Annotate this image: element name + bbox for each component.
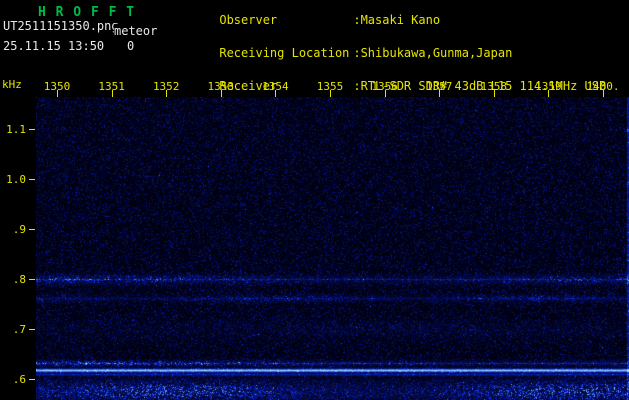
info-value: :Masaki Kano <box>353 13 441 27</box>
y-tick-mark <box>29 129 35 130</box>
x-tick-mark <box>111 90 113 97</box>
echo-count: 0 <box>127 39 135 53</box>
x-tick-mark <box>166 90 168 97</box>
datetime-label: 25.11.15 13:50 <box>3 39 105 53</box>
y-tick-label: .8 <box>12 273 26 286</box>
y-tick-label: 1.0 <box>6 173 26 186</box>
y-axis-unit: kHz <box>2 78 22 91</box>
x-tick-mark <box>330 90 331 97</box>
x-tick-mark <box>384 90 386 97</box>
x-tick-mark <box>493 90 495 97</box>
y-tick-label: .6 <box>12 373 26 386</box>
x-tick-mark <box>220 90 222 97</box>
output-filename: UT2511151350.png <box>3 19 119 33</box>
y-tick-label: 1.1 <box>6 123 26 136</box>
info-row-observer: Observer :Masaki Kano <box>176 4 606 37</box>
y-tick-mark <box>29 229 35 230</box>
y-tick-mark <box>29 379 35 380</box>
y-tick-label: .7 <box>12 323 26 336</box>
hrofft-screen: H R O F F T UT2511151350.png meteor 25.1… <box>0 0 629 400</box>
spectrogram-canvas <box>36 97 629 400</box>
y-tick-mark <box>29 329 35 330</box>
info-label: Observer <box>219 13 278 27</box>
x-tick-mark <box>439 90 441 97</box>
y-tick-label: .9 <box>12 223 26 236</box>
x-tick-mark <box>275 90 277 97</box>
info-label: Receiving Location <box>219 46 350 60</box>
app-title: H R O F F T <box>38 5 136 20</box>
session-label: meteor <box>114 24 158 38</box>
y-tick-mark <box>29 279 35 280</box>
info-row-location: Receiving Location:Shibukawa,Gunma,Japan <box>176 37 606 70</box>
x-tick-mark <box>548 90 550 97</box>
x-tick-mark <box>57 90 58 97</box>
x-tick-mark <box>603 90 604 97</box>
y-tick-mark <box>29 179 35 180</box>
info-value: :Shibukawa,Gunma,Japan <box>353 46 513 60</box>
